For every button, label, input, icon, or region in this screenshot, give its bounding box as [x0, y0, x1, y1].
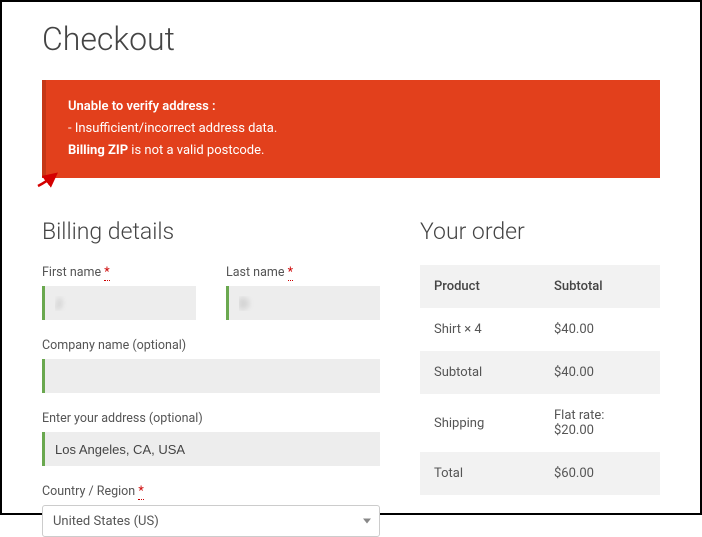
page-title: Checkout — [42, 20, 660, 58]
error-field-name: Billing ZIP — [68, 143, 128, 158]
order-total-value: $60.00 — [540, 452, 660, 495]
order-item-row: Shirt × 4 $40.00 — [420, 308, 660, 351]
address-field: Enter your address (optional) — [42, 411, 380, 466]
order-heading: Your order — [420, 218, 660, 245]
order-shipping-label: Shipping — [420, 394, 540, 452]
order-total-row: Total $60.00 — [420, 452, 660, 495]
order-subtotal-label: Subtotal — [420, 351, 540, 394]
order-header-product: Product — [420, 265, 540, 308]
country-label: Country / Region * — [42, 484, 380, 499]
chevron-down-icon — [363, 519, 371, 524]
error-line-3: Billing ZIP is not a valid postcode. — [68, 140, 638, 162]
country-label-text: Country / Region — [42, 484, 135, 499]
address-label: Enter your address (optional) — [42, 411, 380, 426]
required-mark: * — [104, 265, 109, 281]
country-field: Country / Region * United States (US) — [42, 484, 380, 537]
error-line-1: Unable to verify address : — [68, 96, 638, 118]
order-summary-section: Your order Product Subtotal Shirt × 4 $4… — [420, 218, 660, 537]
last-name-input[interactable] — [226, 286, 380, 320]
first-name-input[interactable] — [42, 286, 196, 320]
address-input[interactable] — [42, 432, 380, 466]
billing-heading: Billing details — [42, 218, 380, 245]
last-name-label-text: Last name — [226, 265, 284, 280]
required-mark: * — [288, 265, 293, 281]
order-item-name: Shirt × 4 — [420, 308, 540, 351]
company-input[interactable] — [42, 359, 380, 393]
last-name-field: Last name * — [226, 265, 380, 320]
first-name-label: First name * — [42, 265, 196, 280]
billing-details-section: Billing details First name * Last name *… — [42, 218, 380, 537]
order-total-label: Total — [420, 452, 540, 495]
first-name-field: First name * — [42, 265, 196, 320]
order-subtotal-value: $40.00 — [540, 351, 660, 394]
error-alert: Unable to verify address : - Insufficien… — [42, 80, 660, 178]
order-header-subtotal: Subtotal — [540, 265, 660, 308]
company-field: Company name (optional) — [42, 338, 380, 393]
order-shipping-row: Shipping Flat rate: $20.00 — [420, 394, 660, 452]
order-item-subtotal: $40.00 — [540, 308, 660, 351]
order-shipping-value: Flat rate: $20.00 — [540, 394, 660, 452]
annotation-arrow-icon — [36, 170, 62, 188]
country-select-value: United States (US) — [53, 514, 159, 529]
error-line-2: - Insufficient/incorrect address data. — [68, 118, 638, 140]
first-name-label-text: First name — [42, 265, 101, 280]
company-label: Company name (optional) — [42, 338, 380, 353]
last-name-label: Last name * — [226, 265, 380, 280]
order-table-header: Product Subtotal — [420, 265, 660, 308]
order-table: Product Subtotal Shirt × 4 $40.00 Subtot… — [420, 265, 660, 495]
country-select[interactable]: United States (US) — [42, 505, 380, 537]
required-mark: * — [138, 484, 143, 500]
error-field-msg: is not a valid postcode. — [128, 143, 264, 158]
order-subtotal-row: Subtotal $40.00 — [420, 351, 660, 394]
